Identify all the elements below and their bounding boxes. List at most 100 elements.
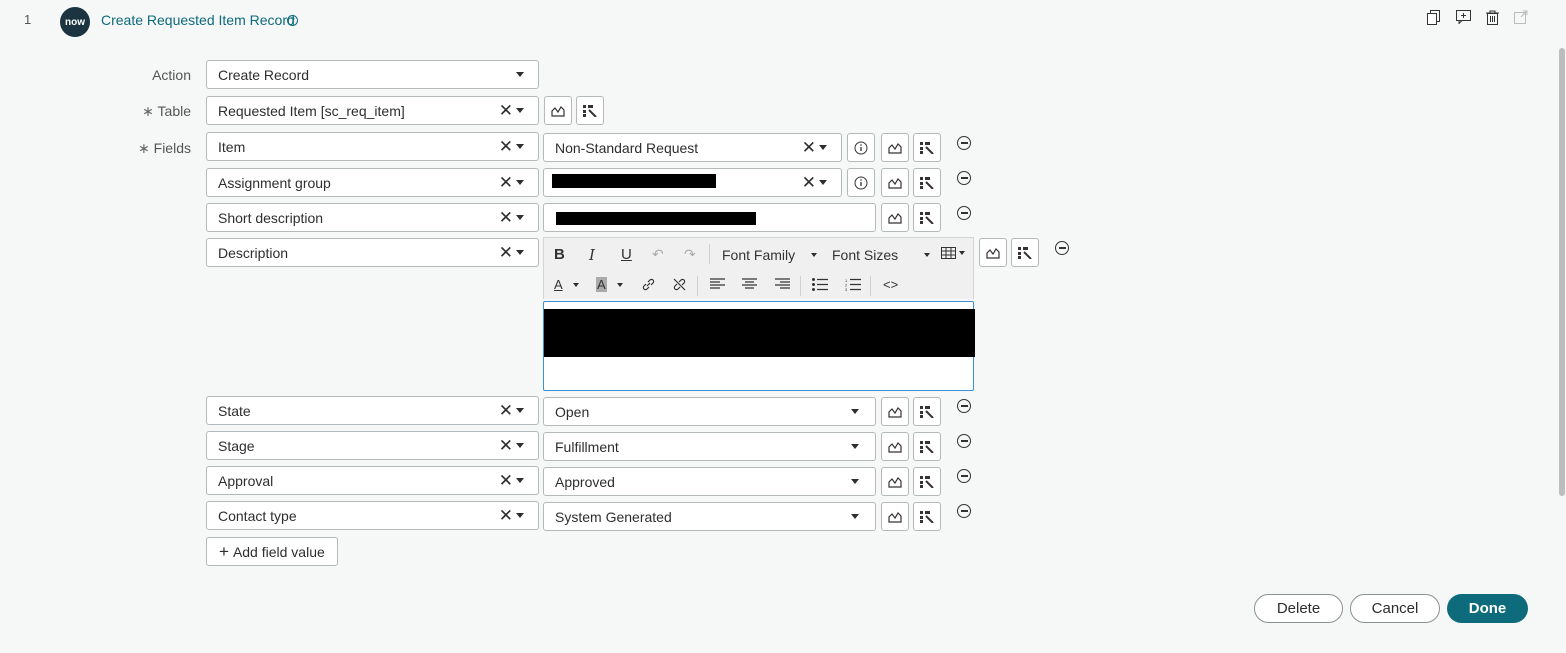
chevron-down-icon[interactable] — [851, 479, 859, 484]
delete-button[interactable]: Delete — [1254, 594, 1343, 623]
align-right-icon[interactable] — [775, 278, 790, 290]
field-value-select[interactable]: Approved — [543, 467, 876, 496]
data-pill-icon[interactable] — [881, 397, 909, 426]
step-title[interactable]: Create Requested Item Record — [101, 12, 295, 28]
italic-icon[interactable]: I — [589, 246, 595, 264]
chevron-down-icon[interactable] — [516, 408, 524, 413]
remove-field-icon[interactable] — [1055, 241, 1069, 255]
done-button[interactable]: Done — [1447, 594, 1528, 623]
clear-icon[interactable]: ✕ — [499, 174, 513, 191]
field-name-select[interactable]: Assignment group ✕ — [206, 168, 539, 197]
underline-icon[interactable]: U — [621, 246, 632, 263]
action-select[interactable]: Create Record — [206, 60, 539, 89]
numbered-list-icon[interactable]: 123 — [845, 278, 861, 291]
font-family-select[interactable]: Font Family — [722, 247, 818, 263]
remove-field-icon[interactable] — [957, 136, 971, 150]
field-name-select[interactable]: Item ✕ — [206, 132, 539, 161]
remove-field-icon[interactable] — [957, 171, 971, 185]
data-pill-icon[interactable] — [881, 502, 909, 531]
bullet-list-icon[interactable] — [812, 278, 828, 291]
cancel-button[interactable]: Cancel — [1350, 594, 1440, 623]
data-pill-icon[interactable] — [881, 203, 909, 232]
chevron-down-icon[interactable] — [819, 145, 827, 150]
field-value-select[interactable]: System Generated — [543, 502, 876, 531]
field-name-select[interactable]: Short description ✕ — [206, 203, 539, 232]
chevron-down-icon[interactable] — [516, 108, 524, 113]
field-name-select[interactable]: Contact type ✕ — [206, 501, 539, 530]
table-icon[interactable] — [941, 247, 965, 259]
data-pill-icon[interactable] — [881, 168, 909, 197]
chevron-down-icon[interactable] — [516, 215, 524, 220]
script-icon[interactable] — [913, 432, 941, 461]
help-icon[interactable]: ? — [287, 15, 298, 26]
align-center-icon[interactable] — [742, 278, 757, 290]
script-icon[interactable] — [1011, 238, 1039, 267]
script-icon[interactable] — [913, 397, 941, 426]
chevron-down-icon[interactable] — [819, 180, 827, 185]
link-icon[interactable] — [641, 277, 656, 292]
clear-icon[interactable]: ✕ — [499, 209, 513, 226]
script-icon[interactable] — [913, 133, 941, 162]
redo-icon[interactable]: ↷ — [684, 246, 696, 263]
clear-icon[interactable]: ✕ — [499, 102, 513, 119]
data-pill-icon[interactable] — [881, 467, 909, 496]
field-value: Open — [555, 403, 590, 420]
info-icon[interactable] — [847, 133, 875, 162]
field-value-select[interactable]: Fulfillment — [543, 432, 876, 461]
chevron-down-icon[interactable] — [516, 250, 524, 255]
trash-icon[interactable] — [1484, 9, 1500, 25]
script-icon[interactable] — [913, 168, 941, 197]
clear-icon[interactable]: ✕ — [499, 437, 513, 454]
field-name-select[interactable]: Approval ✕ — [206, 466, 539, 495]
background-color-icon[interactable]: A — [596, 277, 623, 292]
unlink-icon[interactable] — [672, 277, 687, 292]
remove-field-icon[interactable] — [957, 399, 971, 413]
scrollbar[interactable] — [1559, 48, 1565, 496]
field-name-select[interactable]: Description ✕ — [206, 238, 539, 267]
remove-field-icon[interactable] — [957, 206, 971, 220]
clear-icon[interactable]: ✕ — [499, 402, 513, 419]
script-icon[interactable] — [913, 203, 941, 232]
field-value-select[interactable]: Open — [543, 397, 876, 426]
chevron-down-icon[interactable] — [851, 444, 859, 449]
clear-icon[interactable]: ✕ — [499, 244, 513, 261]
font-sizes-select[interactable]: Font Sizes — [832, 247, 931, 263]
add-comment-icon[interactable] — [1455, 9, 1471, 25]
remove-field-icon[interactable] — [957, 504, 971, 518]
script-icon[interactable] — [913, 502, 941, 531]
data-pill-icon[interactable] — [544, 96, 572, 125]
remove-field-icon[interactable] — [957, 469, 971, 483]
clear-icon[interactable]: ✕ — [499, 138, 513, 155]
chevron-down-icon[interactable] — [851, 409, 859, 414]
align-left-icon[interactable] — [710, 278, 725, 290]
clear-icon[interactable]: ✕ — [499, 472, 513, 489]
chevron-down-icon[interactable] — [516, 144, 524, 149]
chevron-down-icon[interactable] — [516, 478, 524, 483]
info-icon[interactable] — [847, 168, 875, 197]
undo-icon[interactable]: ↶ — [652, 246, 664, 263]
script-icon[interactable] — [576, 96, 604, 125]
script-icon[interactable] — [913, 467, 941, 496]
clear-icon[interactable]: ✕ — [499, 507, 513, 524]
field-name-select[interactable]: Stage ✕ — [206, 431, 539, 460]
chevron-down-icon[interactable] — [516, 513, 524, 518]
field-name-select[interactable]: State ✕ — [206, 396, 539, 425]
data-pill-icon[interactable] — [881, 432, 909, 461]
source-code-icon[interactable]: <> — [883, 277, 898, 292]
remove-field-icon[interactable] — [957, 434, 971, 448]
chevron-down-icon[interactable] — [516, 443, 524, 448]
data-pill-icon[interactable] — [881, 133, 909, 162]
field-value: Fulfillment — [555, 438, 619, 455]
clear-icon[interactable]: ✕ — [802, 139, 816, 156]
chevron-down-icon[interactable] — [851, 514, 859, 519]
table-select[interactable]: Requested Item [sc_req_item] ✕ — [206, 96, 539, 125]
data-pill-icon[interactable] — [979, 238, 1007, 267]
chevron-down-icon[interactable] — [516, 180, 524, 185]
bold-icon[interactable]: B — [554, 246, 565, 263]
copy-icon[interactable] — [1425, 9, 1441, 25]
text-color-icon[interactable]: A — [554, 277, 579, 292]
add-field-value-button[interactable]: + Add field value — [206, 537, 338, 566]
field-value-select[interactable]: Non-Standard Request ✕ — [543, 133, 842, 162]
clear-icon[interactable]: ✕ — [802, 174, 816, 191]
field-value: Approved — [555, 473, 615, 490]
